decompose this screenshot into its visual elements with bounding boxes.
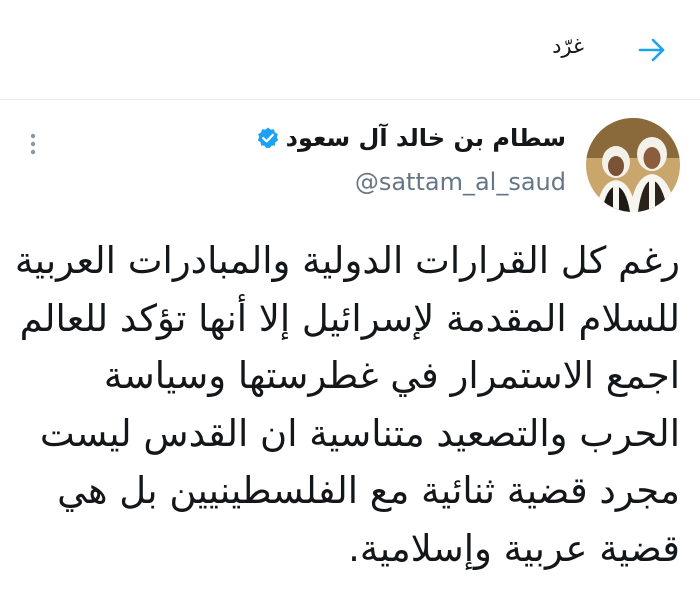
tweet-text-line: اجمع الاستمرار في غطرستها وسياسة: [103, 354, 680, 397]
tweet-page: غرّد سطام بن خالد آل سعود @sattam_al_sau…: [0, 0, 700, 600]
author-handle[interactable]: @sattam_al_saud: [355, 168, 566, 196]
tweet-text-line: قضية عربية وإسلامية.: [348, 526, 680, 570]
verified-badge-icon: [257, 127, 278, 149]
author-name-row[interactable]: سطام بن خالد آل سعود: [256, 124, 566, 152]
tweet-text-line: الحرب والتصعيد متناسية ان القدس ليست: [39, 411, 680, 455]
tweet-text-line: مجرد قضية ثنائية مع الفلسطينيين بل هي: [57, 469, 680, 512]
tweet-text-line: للسلام المقدمة لإسرائيل إلا أنها تؤكد لل…: [19, 296, 680, 340]
tweet-text: رغم كل القرارات الدولية والمبادرات العرب…: [14, 232, 680, 577]
arrow-right-icon[interactable]: [636, 36, 668, 64]
author-display-name[interactable]: سطام بن خالد آل سعود: [286, 124, 566, 152]
tweet-button-label[interactable]: غرّد: [552, 34, 584, 58]
more-options-icon[interactable]: [26, 132, 40, 156]
avatar[interactable]: [586, 118, 680, 212]
tweet-text-line: رغم كل القرارات الدولية والمبادرات العرب…: [14, 239, 680, 282]
profile-photo: [586, 118, 680, 212]
top-bar: غرّد: [0, 0, 700, 100]
